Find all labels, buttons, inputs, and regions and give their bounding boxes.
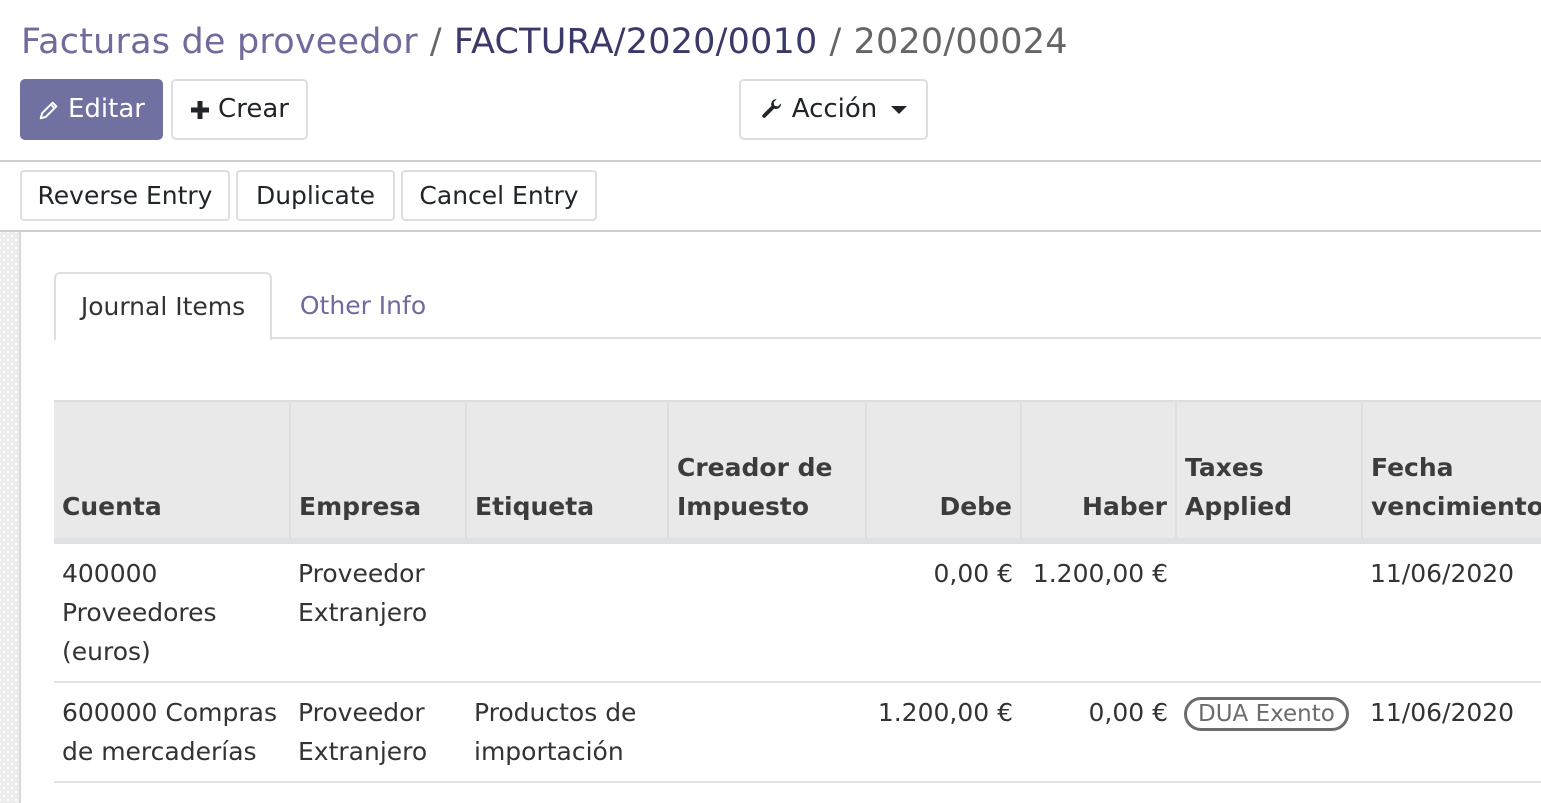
form-background-strip xyxy=(0,232,21,803)
column-header-debe[interactable]: Debe xyxy=(865,400,1021,544)
cell-empresa: Proveedor Extranjero xyxy=(290,541,466,683)
cell-creador-impuesto xyxy=(668,682,866,783)
tab-journal-items[interactable]: Journal Items xyxy=(54,272,272,341)
cell-taxes-applied xyxy=(1176,541,1362,683)
duplicate-button[interactable]: Duplicate xyxy=(236,170,395,221)
breadcrumb: Facturas de proveedor / FACTURA/2020/0010 /… xyxy=(21,20,1068,64)
cell-fecha-vencimiento: 11/06/2020 xyxy=(1362,541,1541,683)
cell-empresa: Proveedor Extranjero xyxy=(290,682,466,783)
pencil-icon xyxy=(38,99,60,121)
table-header-row: Cuenta Empresa Etiqueta Creador de Impue… xyxy=(54,400,1541,544)
table-row[interactable]: 400000 Proveedores (euros) Proveedor Ext… xyxy=(54,541,1541,683)
reverse-entry-button[interactable]: Reverse Entry xyxy=(20,170,230,221)
cell-debe: 0,00 € xyxy=(866,541,1021,683)
caret-down-icon xyxy=(891,105,908,114)
column-header-empresa[interactable]: Empresa xyxy=(289,400,466,544)
table-row[interactable]: 600000 Compras de mercaderías Proveedor … xyxy=(54,682,1541,783)
statusbar: Reverse Entry Duplicate Cancel Entry xyxy=(0,162,1541,232)
create-button-label: Crear xyxy=(218,94,289,124)
cell-haber: 0,00 € xyxy=(1021,682,1176,783)
cell-taxes-applied: DUA Exento xyxy=(1176,682,1362,783)
breadcrumb-item-current: 2020/00024 xyxy=(853,22,1068,62)
column-header-taxes-applied[interactable]: Taxes Applied xyxy=(1175,400,1362,544)
tax-tag: DUA Exento xyxy=(1184,697,1349,731)
cell-haber: 1.200,00 € xyxy=(1021,541,1176,683)
cell-fecha-vencimiento: 11/06/2020 xyxy=(1362,682,1541,783)
cell-etiqueta xyxy=(466,541,668,683)
notebook-tabs: Journal Items Other Info xyxy=(54,272,1541,341)
breadcrumb-item-invoice[interactable]: FACTURA/2020/0010 xyxy=(454,22,818,62)
cell-cuenta: 600000 Compras de mercaderías xyxy=(54,682,290,783)
plus-icon xyxy=(190,100,210,120)
breadcrumb-separator: / xyxy=(829,22,842,62)
control-panel: Facturas de proveedor / FACTURA/2020/0010 /… xyxy=(0,0,1541,162)
cell-creador-impuesto xyxy=(668,541,866,683)
journal-items-table: Cuenta Empresa Etiqueta Creador de Impue… xyxy=(54,400,1541,783)
action-button-label: Acción xyxy=(791,94,878,124)
edit-button-label: Editar xyxy=(68,94,145,124)
cell-cuenta: 400000 Proveedores (euros) xyxy=(54,541,290,683)
create-button[interactable]: Crear xyxy=(171,79,308,140)
edit-button[interactable]: Editar xyxy=(20,79,163,140)
cancel-entry-button[interactable]: Cancel Entry xyxy=(401,170,597,221)
column-header-haber[interactable]: Haber xyxy=(1020,400,1176,544)
action-dropdown-button[interactable]: Acción xyxy=(739,79,928,140)
column-header-cuenta[interactable]: Cuenta xyxy=(54,400,290,544)
column-header-creador-impuesto[interactable]: Creador de Impuesto xyxy=(667,400,866,544)
column-header-etiqueta[interactable]: Etiqueta xyxy=(465,400,668,544)
breadcrumb-separator: / xyxy=(429,22,442,62)
wrench-icon xyxy=(760,98,784,122)
breadcrumb-item-supplier-invoices[interactable]: Facturas de proveedor xyxy=(21,22,418,62)
cell-etiqueta: Productos de importación xyxy=(466,682,668,783)
tab-other-info[interactable]: Other Info xyxy=(272,272,454,339)
cell-debe: 1.200,00 € xyxy=(866,682,1021,783)
column-header-fecha-vencimiento[interactable]: Fecha vencimiento xyxy=(1361,400,1541,544)
